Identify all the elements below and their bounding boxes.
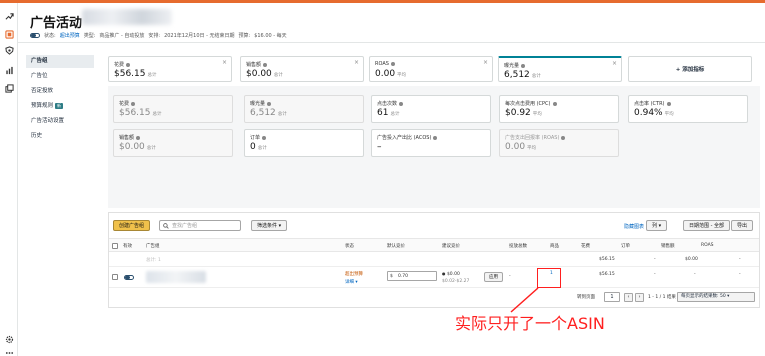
info-icon xyxy=(267,101,272,106)
nav-item-history[interactable]: 历史 xyxy=(26,130,94,143)
info-icon xyxy=(561,135,566,140)
apply-bid-button[interactable]: 应用 xyxy=(484,272,503,282)
hide-chart-link[interactable]: 隐藏图表 xyxy=(624,223,644,230)
metric-tile-spend[interactable]: 花费 $56.15 总计 xyxy=(113,95,233,123)
type-label: 类型: xyxy=(83,33,96,39)
close-icon[interactable]: × xyxy=(354,59,359,66)
date-range-button[interactable]: 日期范围 - 全部 xyxy=(683,220,730,231)
annotation-text: 实际只开了一个ASIN xyxy=(455,314,605,333)
close-icon[interactable]: × xyxy=(222,59,227,66)
table-pager: 转到页面 1 ‹ › 1 - 1 / 1 结果 每页显示的结果数: 50 ▾ xyxy=(109,291,759,305)
type-value: 商品推广 - 自动投放 xyxy=(99,33,145,39)
table-summary-row: 总计: 1 $56.15 - $0.00 - xyxy=(109,253,759,267)
trend-icon[interactable] xyxy=(4,11,14,21)
page-input[interactable]: 1 xyxy=(604,292,620,302)
shield-icon[interactable] xyxy=(4,45,14,55)
metric-card-sales[interactable]: 销售额 $0.00 总计 × xyxy=(240,56,364,82)
metric-tile-sales[interactable]: 销售额 $0.00 总计 xyxy=(113,129,233,157)
campaign-toggle[interactable] xyxy=(30,33,40,38)
info-icon xyxy=(126,62,131,67)
default-bid-input[interactable]: $ 0.70 xyxy=(387,271,437,281)
campaign-icon[interactable] xyxy=(4,29,14,39)
redacted-campaign-name xyxy=(82,9,172,25)
metric-card-impressions[interactable]: 曝光量 6,512 总计 × xyxy=(498,56,622,82)
nav-item-placements[interactable]: 广告位 xyxy=(26,70,94,83)
search-icon xyxy=(163,222,169,229)
add-metric-button[interactable]: + 添加指标 xyxy=(628,56,752,82)
select-all-checkbox[interactable] xyxy=(112,243,118,249)
info-icon xyxy=(399,101,404,106)
metric-tile-orders[interactable]: 订单 0 总计 xyxy=(244,129,364,157)
budget-label: 预算: xyxy=(238,33,251,39)
info-icon xyxy=(390,61,395,66)
nav-item-negative-targeting[interactable]: 否定投放 xyxy=(26,85,94,98)
close-icon[interactable]: × xyxy=(612,60,617,67)
info-icon xyxy=(262,135,267,140)
metric-card-spend[interactable]: 花费 $56.15 总计 × xyxy=(108,56,232,82)
ad-groups-table: 创建广告组 查找广告组 筛选条件 ▾ 隐藏图表 列 ▾ 日期范围 - 全部 导出… xyxy=(108,212,760,308)
schedule-value: 2021年12月10日 - 无结束日期 xyxy=(164,33,235,39)
info-icon xyxy=(263,62,268,67)
page-title: 广告活动 xyxy=(30,16,83,31)
create-ad-group-button[interactable]: 创建广告组 xyxy=(113,220,151,231)
metric-tile-acos[interactable]: 广告投入产出比 (ACOS) – xyxy=(371,129,491,157)
gear-icon[interactable] xyxy=(4,334,14,344)
nav-item-budget-rules[interactable]: 预算规则新 xyxy=(26,100,94,113)
search-input[interactable]: 查找广告组 xyxy=(159,220,241,231)
page-header: 广告活动 状态: 超出预算 类型: 商品推广 - 自动投放 安排: 2021年1… xyxy=(18,3,765,43)
metric-tile-clicks[interactable]: 点击次数 61 总计 xyxy=(371,95,491,123)
nav-item-campaign-settings[interactable]: 广告活动设置 xyxy=(26,115,94,128)
status-value[interactable]: 超出预算 xyxy=(60,32,80,39)
new-badge: 新 xyxy=(55,102,64,109)
info-icon xyxy=(552,101,557,106)
metric-tile-roas[interactable]: 广告支出回报率 (ROAS) 0.00 平均 xyxy=(499,129,619,157)
ad-group-toggle[interactable] xyxy=(124,275,134,280)
metric-tile-ctr[interactable]: 点击率 (CTR) 0.94% 平均 xyxy=(628,95,748,123)
table-header: 有效 广告组 状态 默认竞价 建议竞价 投放总数 商品 花费 订单 销售额 RO… xyxy=(109,238,759,252)
row-checkbox[interactable] xyxy=(112,274,118,280)
columns-button[interactable]: 列 ▾ xyxy=(646,220,668,231)
info-icon xyxy=(666,101,671,106)
info-icon xyxy=(433,135,438,140)
status-detail-link[interactable]: 详细 ▾ xyxy=(345,279,358,285)
schedule-label: 安排: xyxy=(148,33,161,39)
info-icon xyxy=(136,135,141,140)
filter-button[interactable]: 筛选条件 ▾ xyxy=(251,220,288,231)
info-icon xyxy=(131,101,136,106)
info-icon xyxy=(521,63,526,68)
metric-tile-impressions[interactable]: 曝光量 6,512 总计 xyxy=(244,95,364,123)
campaign-nav: 广告组 广告位 否定投放 预算规则新 广告活动设置 历史 xyxy=(26,55,94,145)
more-icon[interactable] xyxy=(4,348,14,356)
next-page-button[interactable]: › xyxy=(635,293,644,302)
suggested-bid: ● $0.00 xyxy=(442,271,460,277)
status-label: 状态: xyxy=(44,33,56,39)
per-page-select[interactable]: 每页显示的结果数: 50 ▾ xyxy=(677,292,755,302)
export-button[interactable]: 导出 xyxy=(731,220,754,231)
close-icon[interactable]: × xyxy=(483,59,488,66)
copy-icon[interactable] xyxy=(4,83,14,93)
icon-rail xyxy=(0,3,18,356)
prev-page-button[interactable]: ‹ xyxy=(624,293,633,302)
redacted-ad-group-name xyxy=(146,271,206,283)
bar-chart-icon[interactable] xyxy=(4,65,14,75)
budget-value: $16.00 - 每天 xyxy=(254,33,287,39)
table-row[interactable]: 超出预算 详细 ▾ $ 0.70 ● $0.00 $0.02-$2.27 应用 … xyxy=(109,268,759,288)
annotation-highlight-box xyxy=(537,268,561,288)
metric-card-roas[interactable]: ROAS 0.00 平均 × xyxy=(369,56,493,82)
nav-item-ad-groups[interactable]: 广告组 xyxy=(26,55,94,68)
metric-tile-cpc[interactable]: 每次点击费用 (CPC) $0.92 平均 xyxy=(499,95,619,123)
campaign-meta: 状态: 超出预算 类型: 商品推广 - 自动投放 安排: 2021年12月10日… xyxy=(30,32,287,39)
